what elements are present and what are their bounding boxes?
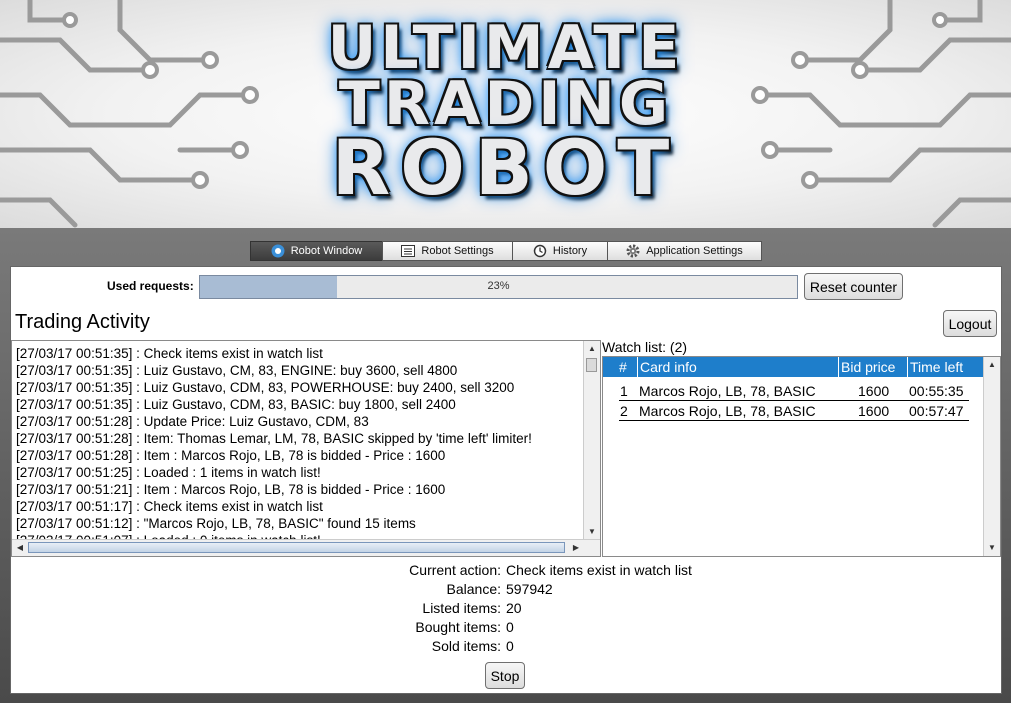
clock-icon bbox=[533, 244, 547, 258]
tab-label: Robot Window bbox=[290, 245, 363, 257]
row-card-info: Marcos Rojo, LB, 78, BASIC bbox=[639, 383, 816, 399]
watch-list-title: Watch list: (2) bbox=[602, 339, 688, 355]
log-line: [27/03/17 00:51:28] : Update Price: Luiz… bbox=[16, 414, 369, 429]
log-lines: [27/03/17 00:51:35] : Check items exist … bbox=[16, 345, 582, 549]
robot-icon bbox=[271, 244, 285, 258]
watch-vertical-scrollbar[interactable]: ▲ ▼ bbox=[983, 357, 1000, 556]
list-icon bbox=[401, 245, 416, 257]
row-number: 2 bbox=[620, 403, 628, 419]
logo-line-3: ROBOT bbox=[331, 123, 680, 212]
stat-label: Bought items: bbox=[415, 619, 501, 635]
log-line: [27/03/17 00:51:25] : Loaded : 1 items i… bbox=[16, 465, 321, 480]
stat-label: Balance: bbox=[446, 581, 501, 597]
log-horizontal-scrollbar[interactable]: ◀ ▶ bbox=[12, 539, 600, 556]
scroll-thumb[interactable] bbox=[28, 542, 565, 553]
scroll-down-arrow[interactable]: ▼ bbox=[584, 524, 600, 540]
current-action-row: Current action: Check items exist in wat… bbox=[0, 561, 1011, 580]
stat-value: 0 bbox=[506, 638, 514, 654]
tab-label: History bbox=[552, 245, 588, 257]
stat-label: Current action: bbox=[409, 562, 501, 578]
used-requests-progress: 23% bbox=[199, 275, 798, 299]
column-header-time-left[interactable]: Time left bbox=[910, 357, 963, 377]
app-logo: ULTIMATE TRADING ROBOT bbox=[0, 18, 1011, 206]
tab-label: Robot Settings bbox=[421, 245, 494, 257]
scroll-down-arrow[interactable]: ▼ bbox=[984, 540, 1000, 556]
stat-label: Listed items: bbox=[422, 600, 501, 616]
scroll-thumb[interactable] bbox=[586, 358, 597, 372]
log-line: [27/03/17 00:51:21] : Item : Marcos Rojo… bbox=[16, 482, 446, 497]
tab-robot-window[interactable]: Robot Window bbox=[250, 241, 383, 261]
column-header-bid-price[interactable]: Bid price bbox=[841, 357, 895, 377]
stat-label: Sold items: bbox=[431, 638, 501, 654]
scroll-up-arrow[interactable]: ▲ bbox=[984, 357, 1000, 373]
table-row[interactable]: 2 Marcos Rojo, LB, 78, BASIC 1600 00:57:… bbox=[603, 401, 984, 421]
bought-items-row: Bought items: 0 bbox=[0, 618, 1011, 637]
log-line: [27/03/17 00:51:35] : Check items exist … bbox=[16, 346, 323, 361]
column-header-card-info[interactable]: Card info bbox=[640, 357, 697, 377]
reset-counter-button[interactable]: Reset counter bbox=[804, 273, 903, 300]
page-title: Trading Activity bbox=[15, 311, 150, 333]
tab-label: Application Settings bbox=[646, 245, 743, 257]
log-vertical-scrollbar[interactable]: ▲ ▼ bbox=[583, 341, 600, 540]
row-number: 1 bbox=[620, 383, 628, 399]
tab-bar: Robot Window Robot Settings History Appl… bbox=[250, 241, 762, 263]
scroll-right-arrow[interactable]: ▶ bbox=[568, 540, 584, 556]
sold-items-row: Sold items: 0 bbox=[0, 637, 1011, 656]
log-line: [27/03/17 00:51:17] : Check items exist … bbox=[16, 499, 323, 514]
logout-button[interactable]: Logout bbox=[943, 310, 997, 337]
row-bid-price: 1600 bbox=[858, 383, 890, 399]
log-line: [27/03/17 00:51:35] : Luiz Gustavo, CDM,… bbox=[16, 397, 456, 412]
log-line: [27/03/17 00:51:28] : Item : Marcos Rojo… bbox=[16, 448, 446, 463]
column-header-number[interactable]: # bbox=[619, 357, 627, 377]
balance-row: Balance: 597942 bbox=[0, 580, 1011, 599]
scroll-left-arrow[interactable]: ◀ bbox=[12, 540, 28, 556]
tab-application-settings[interactable]: Application Settings bbox=[607, 241, 762, 261]
gear-icon bbox=[626, 244, 640, 258]
stop-button[interactable]: Stop bbox=[485, 662, 525, 689]
watch-list-header: # Card info Bid price Time left bbox=[603, 357, 984, 377]
stat-value: Check items exist in watch list bbox=[506, 562, 692, 578]
tab-history[interactable]: History bbox=[512, 241, 608, 261]
header-banner: ULTIMATE TRADING ROBOT bbox=[0, 0, 1011, 228]
row-time-left: 00:57:47 bbox=[909, 403, 964, 419]
row-bid-price: 1600 bbox=[858, 403, 890, 419]
stat-value: 0 bbox=[506, 619, 514, 635]
watch-list-table[interactable]: # Card info Bid price Time left 1 Marcos… bbox=[602, 356, 1001, 557]
log-line: [27/03/17 00:51:28] : Item: Thomas Lemar… bbox=[16, 431, 532, 446]
scroll-up-arrow[interactable]: ▲ bbox=[584, 341, 600, 357]
activity-log[interactable]: [27/03/17 00:51:35] : Check items exist … bbox=[11, 340, 601, 557]
row-card-info: Marcos Rojo, LB, 78, BASIC bbox=[639, 403, 816, 419]
stat-value: 20 bbox=[506, 600, 522, 616]
log-line: [27/03/17 00:51:12] : "Marcos Rojo, LB, … bbox=[16, 516, 416, 531]
log-line: [27/03/17 00:51:35] : Luiz Gustavo, CDM,… bbox=[16, 380, 515, 395]
log-line: [27/03/17 00:51:35] : Luiz Gustavo, CM, … bbox=[16, 363, 458, 378]
progress-text: 23% bbox=[487, 280, 510, 292]
used-requests-label: Used requests: bbox=[107, 279, 194, 293]
stat-value: 597942 bbox=[506, 581, 553, 597]
row-time-left: 00:55:35 bbox=[909, 383, 964, 399]
listed-items-row: Listed items: 20 bbox=[0, 599, 1011, 618]
tab-robot-settings[interactable]: Robot Settings bbox=[382, 241, 513, 261]
table-row[interactable]: 1 Marcos Rojo, LB, 78, BASIC 1600 00:55:… bbox=[603, 381, 984, 401]
